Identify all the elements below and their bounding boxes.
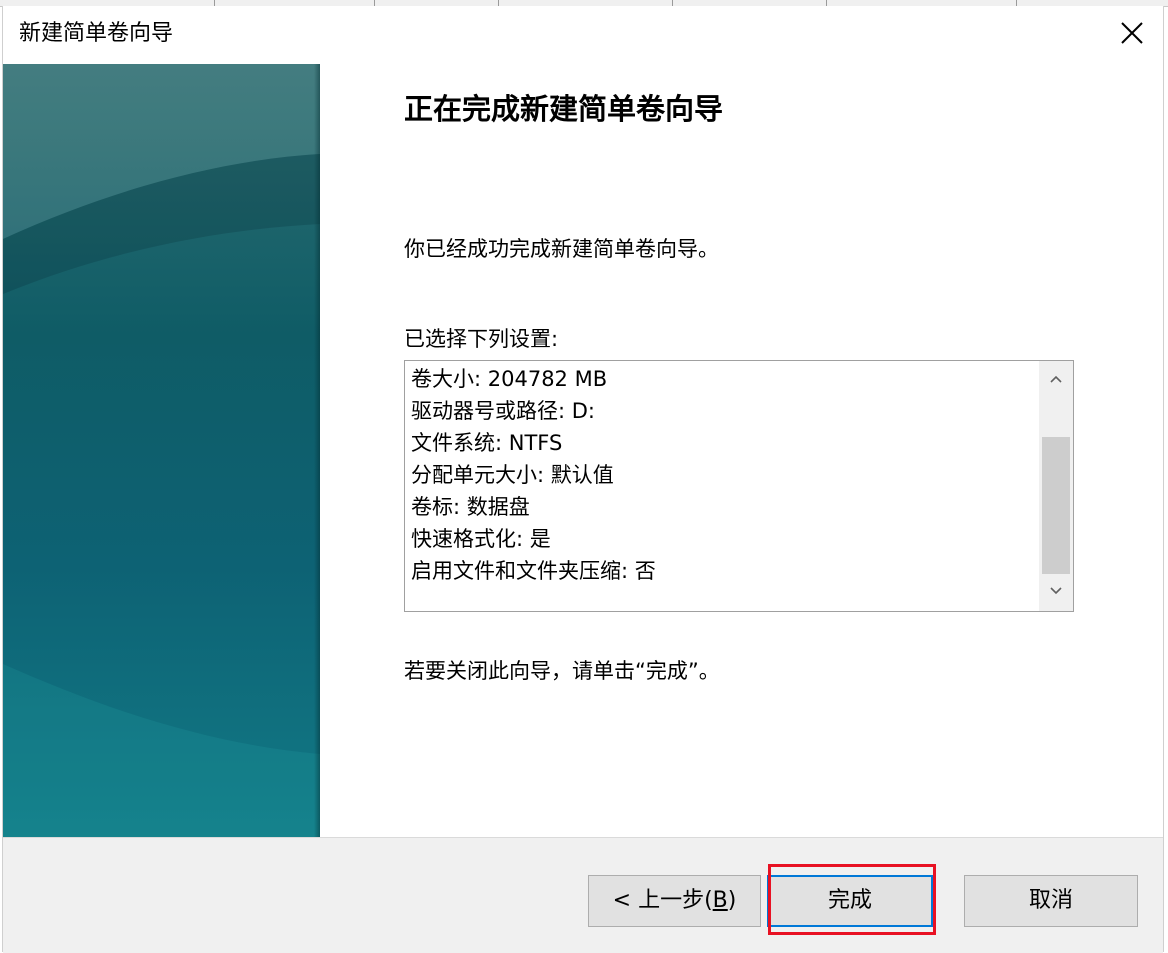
scroll-up-button[interactable]	[1039, 363, 1073, 397]
page-heading: 正在完成新建简单卷向导	[404, 92, 724, 126]
button-bar: < 上一步(B) 完成 取消	[3, 837, 1163, 953]
settings-listbox[interactable]: 卷大小: 204782 MB 驱动器号或路径: D: 文件系统: NTFS 分配…	[404, 360, 1074, 612]
window-title: 新建简单卷向导	[19, 21, 174, 46]
scroll-thumb[interactable]	[1042, 437, 1070, 574]
cancel-button[interactable]: 取消	[964, 875, 1138, 927]
chevron-up-icon	[1050, 375, 1062, 383]
close-button[interactable]	[1103, 6, 1163, 64]
title-bar: 新建简单卷向导	[3, 6, 1163, 64]
wizard-content: 正在完成新建简单卷向导 你已经成功完成新建简单卷向导。 已选择下列设置: 卷大小…	[320, 64, 1163, 837]
wizard-side-banner	[3, 64, 320, 837]
close-hint: 若要关闭此向导，请单击“完成”。	[404, 659, 720, 683]
setting-file-system: 文件系统: NTFS	[411, 431, 563, 455]
setting-compression: 启用文件和文件夹压缩: 否	[411, 559, 656, 583]
settings-lines: 卷大小: 204782 MB 驱动器号或路径: D: 文件系统: NTFS 分配…	[411, 363, 656, 587]
setting-quick-format: 快速格式化: 是	[411, 527, 551, 551]
setting-drive-letter: 驱动器号或路径: D:	[411, 399, 595, 423]
back-button-prefix: < 上一步(	[612, 888, 713, 913]
back-button[interactable]: < 上一步(B)	[588, 875, 761, 927]
listbox-scrollbar[interactable]	[1039, 361, 1073, 611]
back-button-suffix: )	[727, 888, 737, 913]
success-message: 你已经成功完成新建简单卷向导。	[404, 237, 719, 261]
new-simple-volume-wizard-dialog: 新建简单卷向导 正在完成新建简单卷向导 你已经成功完成新建简单卷向导。 已选择下…	[2, 6, 1164, 953]
setting-volume-label: 卷标: 数据盘	[411, 495, 530, 519]
back-access-key: B	[712, 888, 728, 913]
setting-volume-size: 卷大小: 204782 MB	[411, 367, 608, 391]
chevron-down-icon	[1050, 587, 1062, 595]
close-icon	[1121, 22, 1143, 44]
finish-button[interactable]: 完成	[767, 875, 933, 927]
setting-allocation-unit: 分配单元大小: 默认值	[411, 463, 614, 487]
scroll-down-button[interactable]	[1039, 575, 1073, 609]
selected-settings-label: 已选择下列设置:	[404, 327, 559, 351]
